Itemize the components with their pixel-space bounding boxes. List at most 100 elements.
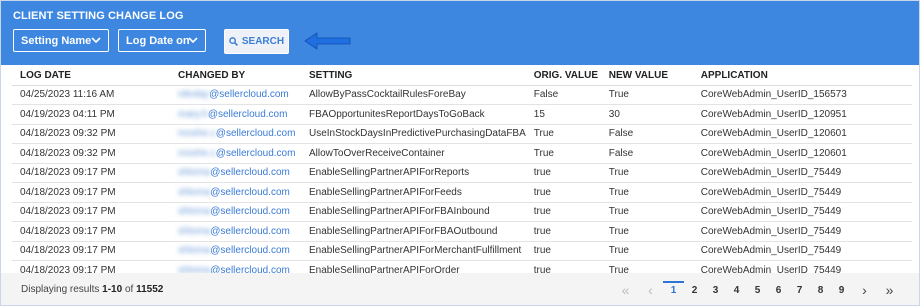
- cell-changed-by[interactable]: shloma@sellercloud.com: [170, 182, 301, 203]
- table-row[interactable]: 04/18/2023 09:17 PM shloma@sellercloud.co…: [12, 221, 912, 242]
- user-email-domain: @sellercloud.com: [210, 167, 290, 179]
- arrow-left-icon: [304, 32, 351, 50]
- page-9-button[interactable]: 9: [831, 285, 852, 296]
- cell-log-date: 04/18/2023 09:17 PM: [12, 202, 170, 222]
- user-name-redacted: mary.h: [178, 108, 208, 120]
- page-2-button[interactable]: 2: [684, 285, 705, 296]
- setting-name-dropdown[interactable]: Setting Name: [13, 29, 109, 52]
- page-1-button[interactable]: 1: [663, 280, 684, 296]
- cell-log-date: 04/18/2023 09:32 PM: [12, 143, 170, 164]
- table-header-row: LOG DATE CHANGED BY SETTING ORIG. VALUE …: [12, 67, 912, 86]
- cell-application: CoreWebAdmin_UserID_120601: [692, 124, 912, 144]
- cell-application: CoreWebAdmin_UserID_75449: [692, 202, 912, 222]
- cell-orig-value: True: [525, 124, 601, 144]
- cell-orig-value: 15: [525, 104, 601, 125]
- table-footer: Displaying results 1-10 of 11552 « ‹ 123…: [1, 273, 919, 305]
- cell-application: CoreWebAdmin_UserID_120951: [692, 104, 912, 125]
- page-title: CLIENT SETTING CHANGE LOG: [13, 10, 184, 22]
- cell-setting: UseInStockDaysInPredictivePurchasingData…: [301, 124, 526, 144]
- cell-orig-value: true: [525, 182, 601, 203]
- prev-page-button[interactable]: ‹: [638, 282, 663, 298]
- cell-setting: EnableSellingPartnerAPIForFeeds: [301, 182, 526, 203]
- page-6-button[interactable]: 6: [768, 285, 789, 296]
- table-row[interactable]: 04/18/2023 09:32 PM moshe.c@sellercloud.c…: [12, 124, 912, 144]
- cell-changed-by[interactable]: moshe.c@sellercloud.com: [170, 124, 301, 144]
- cell-orig-value: False: [525, 85, 601, 105]
- user-email-domain: @sellercloud.com: [210, 245, 290, 257]
- cell-orig-value: true: [525, 163, 601, 183]
- column-header-log-date[interactable]: LOG DATE: [12, 67, 170, 86]
- cell-log-date: 04/18/2023 09:17 PM: [12, 241, 170, 261]
- client-setting-change-log-panel: CLIENT SETTING CHANGE LOG Setting Name L…: [0, 0, 920, 306]
- table-row[interactable]: 04/18/2023 09:32 PM moshe.c@sellercloud.c…: [12, 143, 912, 164]
- cell-setting: EnableSellingPartnerAPIForFBAOutbound: [301, 221, 526, 242]
- cell-changed-by[interactable]: shloma@sellercloud.com: [170, 202, 301, 222]
- cell-orig-value: true: [525, 221, 601, 242]
- page-7-button[interactable]: 7: [789, 285, 810, 296]
- user-email-domain: @sellercloud.com: [210, 186, 290, 198]
- page-3-button[interactable]: 3: [705, 285, 726, 296]
- cell-new-value: True: [600, 182, 693, 203]
- column-header-setting[interactable]: SETTING: [301, 67, 526, 86]
- chevron-down-icon: [91, 37, 101, 44]
- cell-setting: AllowToOverReceiveContainer: [301, 143, 526, 164]
- user-name-redacted: moshe.c: [178, 128, 216, 140]
- cell-application: CoreWebAdmin_UserID_75449: [692, 182, 912, 203]
- user-name-redacted: nikolay: [178, 89, 210, 101]
- cell-setting: EnableSellingPartnerAPIForMerchantFulfil…: [301, 241, 526, 261]
- search-button-label: SEARCH: [241, 36, 285, 47]
- user-email-domain: @sellercloud.com: [215, 128, 296, 140]
- cell-setting: EnableSellingPartnerAPIForReports: [301, 163, 526, 183]
- cell-new-value: True: [600, 163, 693, 183]
- table-row[interactable]: 04/18/2023 09:17 PM shloma@sellercloud.co…: [12, 163, 912, 183]
- page-4-button[interactable]: 4: [726, 285, 747, 296]
- summary-prefix: Displaying results: [21, 284, 103, 295]
- user-email-domain: @sellercloud.com: [215, 147, 296, 159]
- results-summary: Displaying results 1-10 of 11552: [21, 284, 163, 295]
- pagination: « ‹ 123456789 › »: [613, 279, 902, 301]
- table-row[interactable]: 04/25/2023 11:16 AM nikolay@sellercloud.c…: [12, 85, 912, 105]
- column-header-application[interactable]: APPLICATION: [692, 67, 912, 86]
- page-8-button[interactable]: 8: [810, 285, 831, 296]
- cell-application: CoreWebAdmin_UserID_120601: [692, 143, 912, 164]
- table-row[interactable]: 04/18/2023 09:17 PM shloma@sellercloud.co…: [12, 241, 912, 261]
- user-name-redacted: moshe.c: [178, 147, 216, 159]
- cell-setting: EnableSellingPartnerAPIForFBAInbound: [301, 202, 526, 222]
- cell-application: CoreWebAdmin_UserID_75449: [692, 163, 912, 183]
- cell-new-value: True: [600, 221, 693, 242]
- user-name-redacted: shloma: [178, 245, 211, 257]
- cell-changed-by[interactable]: moshe.c@sellercloud.com: [170, 143, 301, 164]
- cell-new-value: True: [600, 241, 693, 261]
- column-header-new-value[interactable]: NEW VALUE: [600, 67, 693, 86]
- cell-orig-value: true: [525, 202, 601, 222]
- cell-orig-value: True: [525, 143, 601, 164]
- cell-changed-by[interactable]: shloma@sellercloud.com: [170, 221, 301, 242]
- user-name-redacted: shloma: [178, 225, 211, 237]
- column-header-changed-by[interactable]: CHANGED BY: [170, 67, 301, 86]
- first-page-button[interactable]: «: [613, 282, 638, 298]
- table-row[interactable]: 04/18/2023 09:17 PM shloma@sellercloud.co…: [12, 182, 912, 203]
- cell-changed-by[interactable]: nikolay@sellercloud.com: [170, 85, 301, 105]
- user-email-domain: @sellercloud.com: [210, 206, 290, 218]
- header-bar: CLIENT SETTING CHANGE LOG Setting Name L…: [1, 1, 919, 65]
- table-row[interactable]: 04/18/2023 09:17 PM shloma@sellercloud.co…: [12, 202, 912, 222]
- cell-changed-by[interactable]: shloma@sellercloud.com: [170, 241, 301, 261]
- search-icon: [229, 37, 238, 46]
- last-page-button[interactable]: »: [877, 282, 902, 298]
- cell-log-date: 04/18/2023 09:17 PM: [12, 182, 170, 203]
- cell-new-value: True: [600, 202, 693, 222]
- search-button[interactable]: SEARCH: [224, 29, 289, 54]
- cell-new-value: False: [600, 124, 693, 144]
- cell-changed-by[interactable]: shloma@sellercloud.com: [170, 163, 301, 183]
- user-email-domain: @sellercloud.com: [210, 225, 290, 237]
- cell-log-date: 04/25/2023 11:16 AM: [12, 85, 170, 105]
- log-date-dropdown-label: Log Date on: [126, 34, 190, 47]
- page-5-button[interactable]: 5: [747, 285, 768, 296]
- log-date-dropdown[interactable]: Log Date on: [118, 29, 206, 52]
- column-header-orig-value[interactable]: ORIG. VALUE: [525, 67, 601, 86]
- cell-changed-by[interactable]: mary.h@sellercloud.com: [170, 104, 301, 125]
- table-row[interactable]: 04/19/2023 04:11 PM mary.h@sellercloud.co…: [12, 104, 912, 125]
- setting-name-dropdown-label: Setting Name: [21, 34, 92, 47]
- cell-application: CoreWebAdmin_UserID_75449: [692, 221, 912, 242]
- next-page-button[interactable]: ›: [852, 282, 877, 298]
